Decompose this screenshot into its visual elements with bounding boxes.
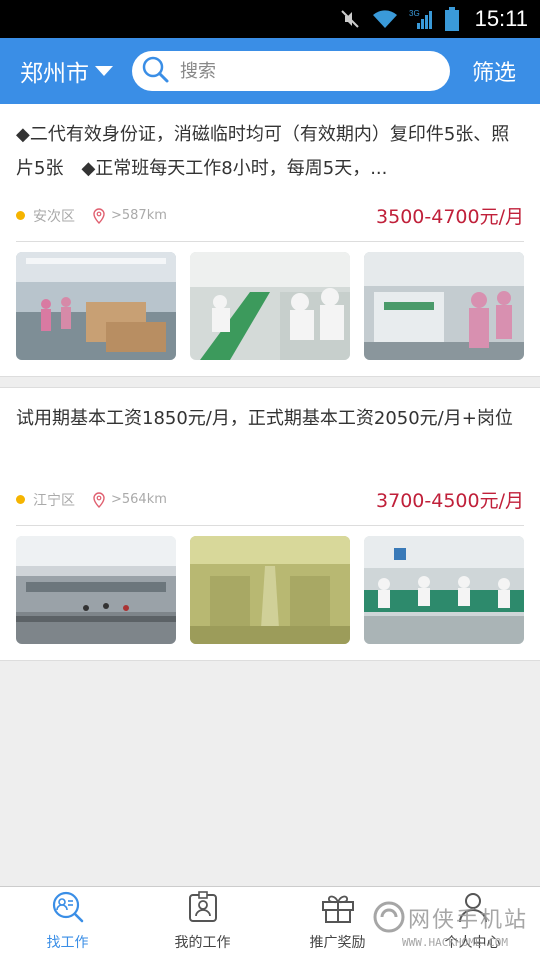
chevron-down-icon bbox=[95, 66, 113, 76]
nav-find-job[interactable]: 找工作 bbox=[0, 887, 135, 960]
factory-photo[interactable] bbox=[190, 536, 350, 644]
location-pin-icon bbox=[93, 491, 105, 508]
search-job-icon bbox=[51, 890, 85, 928]
factory-photo[interactable] bbox=[190, 252, 350, 360]
district-dot-icon bbox=[16, 211, 25, 220]
network-type: 3G bbox=[409, 9, 420, 18]
factory-photo[interactable] bbox=[16, 252, 176, 360]
city-selector[interactable]: 郑州市 bbox=[0, 54, 130, 88]
job-description: 试用期基本工资1850元/月，正式期基本工资2050元/月+岗位 bbox=[16, 408, 513, 429]
search-icon bbox=[140, 54, 170, 88]
job-card[interactable]: ◆二代有效身份证，消磁临时均可（有效期内）复印件5张、照片5张 ◆正常班每天工作… bbox=[0, 104, 540, 377]
clock: 15:11 bbox=[474, 6, 528, 31]
badge-icon bbox=[186, 890, 220, 928]
nav-profile[interactable]: 个人中心 bbox=[405, 887, 540, 960]
signal-icon: 3G bbox=[409, 8, 435, 30]
job-meta: 安次区 >587km 3500-4700元/月 bbox=[16, 190, 524, 242]
job-description: ◆二代有效身份证，消磁临时均可（有效期内）复印件5张、照片5张 ◆正常班每天工作… bbox=[16, 124, 510, 179]
battery-icon bbox=[444, 7, 459, 31]
mute-icon bbox=[339, 8, 361, 30]
app-header: 郑州市 筛选 bbox=[0, 38, 540, 104]
job-district: 江宁区 bbox=[33, 492, 75, 509]
district-dot-icon bbox=[16, 495, 25, 504]
nav-promotion[interactable]: 推广奖励 bbox=[270, 887, 405, 960]
gift-icon bbox=[320, 890, 356, 928]
factory-photo[interactable] bbox=[16, 536, 176, 644]
job-district: 安次区 bbox=[33, 208, 75, 225]
search-input[interactable] bbox=[180, 60, 430, 82]
job-card[interactable]: 试用期基本工资1850元/月，正式期基本工资2050元/月+岗位 江宁区 >56… bbox=[0, 387, 540, 661]
job-salary: 3500-4700元/月 bbox=[376, 206, 524, 228]
status-bar: 3G 15:11 bbox=[0, 0, 540, 38]
job-distance: >564km bbox=[111, 492, 167, 507]
wifi-icon bbox=[371, 8, 399, 30]
filter-button[interactable]: 筛选 bbox=[472, 55, 516, 87]
location-pin-icon bbox=[93, 207, 105, 224]
city-label: 郑州市 bbox=[20, 61, 89, 87]
search-bar[interactable] bbox=[132, 51, 450, 91]
nav-label: 个人中心 bbox=[444, 935, 501, 951]
job-list: ◆二代有效身份证，消磁临时均可（有效期内）复印件5张、照片5张 ◆正常班每天工作… bbox=[0, 104, 540, 671]
job-meta: 江宁区 >564km 3700-4500元/月 bbox=[16, 474, 524, 526]
person-icon bbox=[456, 890, 490, 928]
job-distance: >587km bbox=[111, 208, 167, 223]
bottom-nav: 找工作 我的工作 推广奖励 个人中心 bbox=[0, 886, 540, 960]
nav-label: 推广奖励 bbox=[309, 935, 366, 951]
job-photos bbox=[16, 242, 524, 376]
job-salary: 3700-4500元/月 bbox=[376, 490, 524, 512]
nav-label: 找工作 bbox=[46, 935, 89, 951]
nav-my-job[interactable]: 我的工作 bbox=[135, 887, 270, 960]
factory-photo[interactable] bbox=[364, 536, 524, 644]
job-photos bbox=[16, 526, 524, 660]
factory-photo[interactable] bbox=[364, 252, 524, 360]
nav-label: 我的工作 bbox=[174, 935, 231, 951]
